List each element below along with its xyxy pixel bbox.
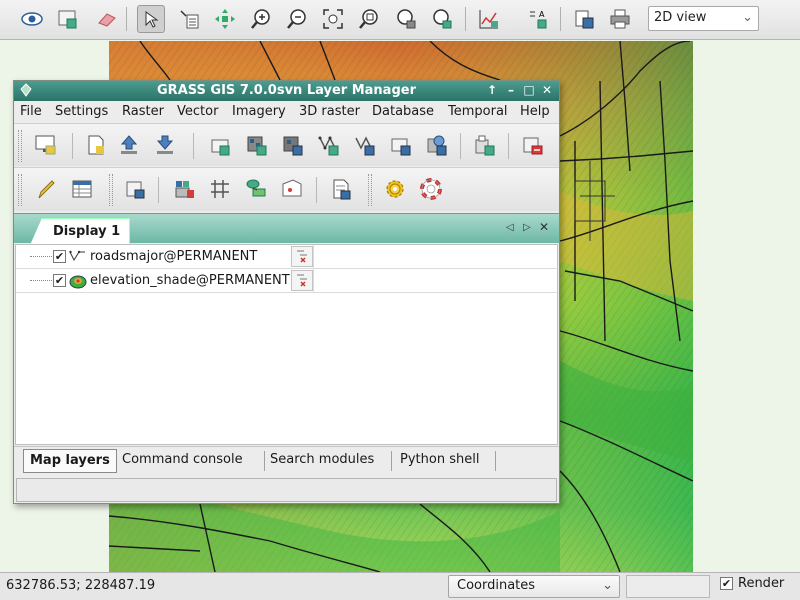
window-titlebar[interactable]: GRASS GIS 7.0.0svn Layer Manager ↑ – □ ✕	[14, 81, 559, 101]
zoom-back-icon[interactable]	[392, 5, 420, 33]
map-display-new-icon[interactable]	[121, 175, 149, 203]
add-overlay-icon[interactable]	[386, 131, 414, 159]
graphical-modeler-icon[interactable]	[242, 175, 270, 203]
layer-options-button[interactable]	[291, 246, 313, 267]
display-notebook: Display 1 ◁ ▷ ✕ ✔ roadsmajor@PERMANENT ✔	[14, 213, 559, 446]
map-statusbar: 632786.53; 228487.19 Coordinates ⌄ ✔ Ren…	[0, 572, 800, 600]
menu-help[interactable]: Help	[520, 104, 550, 119]
map-display-toolbar: A 2D view ⌄	[0, 0, 800, 40]
layer-tree: ✔ roadsmajor@PERMANENT ✔ elevation_shade…	[15, 244, 559, 445]
zoom-menu-icon[interactable]	[428, 5, 456, 33]
chevron-down-icon: ⌄	[602, 578, 613, 593]
analyze-icon[interactable]	[475, 5, 503, 33]
add-layer-icon[interactable]	[53, 5, 81, 33]
menu-settings[interactable]: Settings	[55, 104, 108, 119]
open-workspace-icon[interactable]	[115, 131, 143, 159]
print-icon[interactable]	[606, 5, 634, 33]
settings-gear-icon[interactable]	[381, 175, 409, 203]
render-checkbox[interactable]: ✔	[720, 577, 733, 590]
menu-bar: File Settings Raster Vector Imagery 3D r…	[14, 101, 559, 123]
layer-name: elevation_shade@PERMANENT	[90, 273, 290, 288]
query-icon[interactable]	[175, 5, 203, 33]
layer-manager-window: GRASS GIS 7.0.0svn Layer Manager ↑ – □ ✕…	[13, 80, 560, 504]
tab-scroll-left-icon[interactable]: ◁	[506, 222, 514, 233]
save-display-icon[interactable]	[570, 5, 598, 33]
layer-name: roadsmajor@PERMANENT	[90, 249, 258, 264]
new-workspace-icon[interactable]	[82, 131, 110, 159]
svg-text:A: A	[539, 10, 545, 19]
statusbar-mode-select[interactable]: Coordinates ⌄	[448, 575, 620, 598]
menu-raster[interactable]: Raster	[122, 104, 164, 119]
window-title: GRASS GIS 7.0.0svn Layer Manager	[157, 83, 416, 98]
menu-imagery[interactable]: Imagery	[232, 104, 286, 119]
menu-vector[interactable]: Vector	[177, 104, 218, 119]
view-mode-select[interactable]: 2D view ⌄	[648, 6, 759, 31]
cartographic-composer-icon[interactable]	[278, 175, 306, 203]
layer-options-button[interactable]	[291, 270, 313, 291]
tab-python-shell[interactable]: Python shell	[394, 449, 485, 473]
tab-display-1[interactable]: Display 1	[30, 218, 130, 245]
layer-visibility-checkbox[interactable]: ✔	[53, 250, 66, 263]
add-raster-icon[interactable]	[242, 131, 270, 159]
save-workspace-icon[interactable]	[151, 131, 179, 159]
view-mode-value: 2D view	[654, 10, 707, 25]
layer-manager-toolbar-secondary	[14, 167, 559, 211]
add-web-service-icon[interactable]	[422, 131, 450, 159]
remove-layer-icon[interactable]	[518, 131, 546, 159]
tab-map-layers[interactable]: Map layers	[23, 449, 117, 473]
minimize-icon[interactable]: –	[503, 82, 519, 99]
coordinates-readout: 632786.53; 228487.19	[6, 578, 156, 593]
add-vector-icon[interactable]	[314, 131, 342, 159]
menu-file[interactable]: File	[20, 104, 42, 119]
menu-temporal[interactable]: Temporal	[448, 104, 508, 119]
zoom-extent-icon[interactable]	[319, 5, 347, 33]
pan-icon[interactable]	[211, 5, 239, 33]
layer-manager-toolbar	[14, 123, 559, 166]
eraser-icon[interactable]	[93, 5, 121, 33]
manager-bottom-tabs: Map layers Command console Search module…	[14, 446, 559, 474]
pointer-icon[interactable]	[137, 5, 165, 33]
vector-layer-icon	[69, 249, 87, 267]
zoom-out-icon[interactable]	[283, 5, 311, 33]
chevron-down-icon: ⌄	[742, 10, 753, 25]
display-tabstrip: Display 1 ◁ ▷ ✕	[14, 213, 559, 245]
menu-database[interactable]: Database	[372, 104, 434, 119]
pin-up-icon[interactable]: ↑	[484, 82, 500, 99]
render-toggle[interactable]: ✔ Render	[720, 576, 784, 591]
tab-command-console[interactable]: Command console	[116, 449, 249, 473]
raster-calculator-icon[interactable]	[170, 175, 198, 203]
menu-3d-raster[interactable]: 3D raster	[299, 104, 360, 119]
eye-icon[interactable]	[18, 5, 46, 33]
attribute-table-icon[interactable]	[68, 175, 96, 203]
tab-scroll-right-icon[interactable]: ▷	[523, 222, 531, 233]
add-group-icon[interactable]	[470, 131, 498, 159]
maximize-icon[interactable]: □	[521, 82, 537, 99]
tab-close-icon[interactable]: ✕	[539, 220, 549, 234]
layer-manager-statusbar	[16, 478, 557, 502]
georectify-icon[interactable]	[206, 175, 234, 203]
statusbar-mode-value: Coordinates	[457, 578, 536, 593]
raster-shaded-layer-icon	[69, 273, 87, 293]
layer-row[interactable]: ✔ roadsmajor@PERMANENT	[16, 245, 559, 269]
add-map-layers-icon[interactable]	[206, 131, 234, 159]
zoom-layer-icon[interactable]	[355, 5, 383, 33]
tab-search-modules[interactable]: Search modules	[264, 449, 380, 473]
help-lifebuoy-icon[interactable]	[417, 175, 445, 203]
close-icon[interactable]: ✕	[539, 82, 555, 99]
layer-visibility-checkbox[interactable]: ✔	[53, 274, 66, 287]
launch-script-icon[interactable]	[327, 175, 355, 203]
decoration-icon[interactable]: A	[524, 5, 552, 33]
pencil-icon[interactable]	[32, 175, 60, 203]
add-vector-misc-icon[interactable]	[350, 131, 378, 159]
new-display-icon[interactable]	[32, 131, 60, 159]
add-raster-misc-icon[interactable]	[278, 131, 306, 159]
render-label: Render	[738, 576, 785, 591]
zoom-in-icon[interactable]	[247, 5, 275, 33]
layer-row[interactable]: ✔ elevation_shade@PERMANENT	[16, 269, 559, 293]
statusbar-info-field	[626, 575, 710, 598]
